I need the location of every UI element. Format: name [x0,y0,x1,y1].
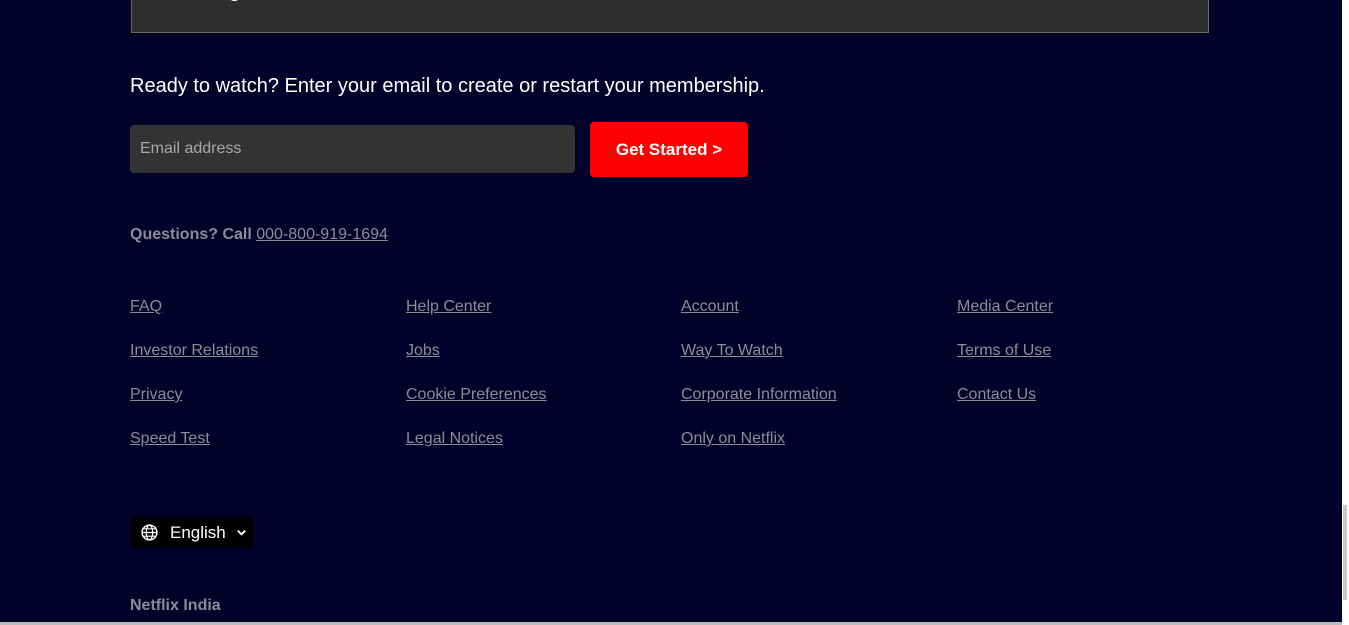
footer-link-speed-test[interactable]: Speed Test [130,429,400,473]
faq-item-collapsed[interactable]: g [131,0,1209,33]
chevron-down-icon [237,530,246,536]
language-select[interactable]: English [131,517,253,548]
questions-line: Questions? Call 000-800-919-1694 [130,225,388,244]
footer-link-corporate-information[interactable]: Corporate Information [681,385,951,429]
page: g Ready to watch? Enter your email to cr… [0,0,1349,625]
scrollbar-thumb[interactable] [1343,505,1347,600]
language-label: English [170,523,226,542]
country-label: Netflix India [130,597,221,614]
footer-link-only-on-netflix[interactable]: Only on Netflix [681,429,951,473]
cta-text: Ready to watch? Enter your email to crea… [130,75,765,97]
footer-column-2: Help Center Jobs Cookie Preferences Lega… [406,297,676,473]
questions-prefix: Questions? Call [130,226,252,243]
footer-link-account[interactable]: Account [681,297,951,341]
faq-item-text-fragment: g [228,0,250,4]
footer-link-privacy[interactable]: Privacy [130,385,400,429]
footer-link-media-center[interactable]: Media Center [957,297,1227,341]
get-started-button[interactable]: Get Started > [590,122,748,177]
footer-link-investor-relations[interactable]: Investor Relations [130,341,400,385]
footer-link-help-center[interactable]: Help Center [406,297,676,341]
footer-link-legal-notices[interactable]: Legal Notices [406,429,676,473]
footer-link-jobs[interactable]: Jobs [406,341,676,385]
globe-icon [141,524,158,541]
footer-column-1: FAQ Investor Relations Privacy Speed Tes… [130,297,400,473]
footer-column-3: Account Way To Watch Corporate Informati… [681,297,951,473]
footer-link-way-to-watch[interactable]: Way To Watch [681,341,951,385]
footer-link-faq[interactable]: FAQ [130,297,400,341]
email-input[interactable] [130,125,575,173]
footer-link-contact-us[interactable]: Contact Us [957,385,1227,429]
scrollbar[interactable] [1342,0,1349,625]
phone-link[interactable]: 000-800-919-1694 [256,226,388,243]
footer-column-4: Media Center Terms of Use Contact Us [957,297,1227,429]
footer-link-cookie-preferences[interactable]: Cookie Preferences [406,385,676,429]
footer-link-terms-of-use[interactable]: Terms of Use [957,341,1227,385]
